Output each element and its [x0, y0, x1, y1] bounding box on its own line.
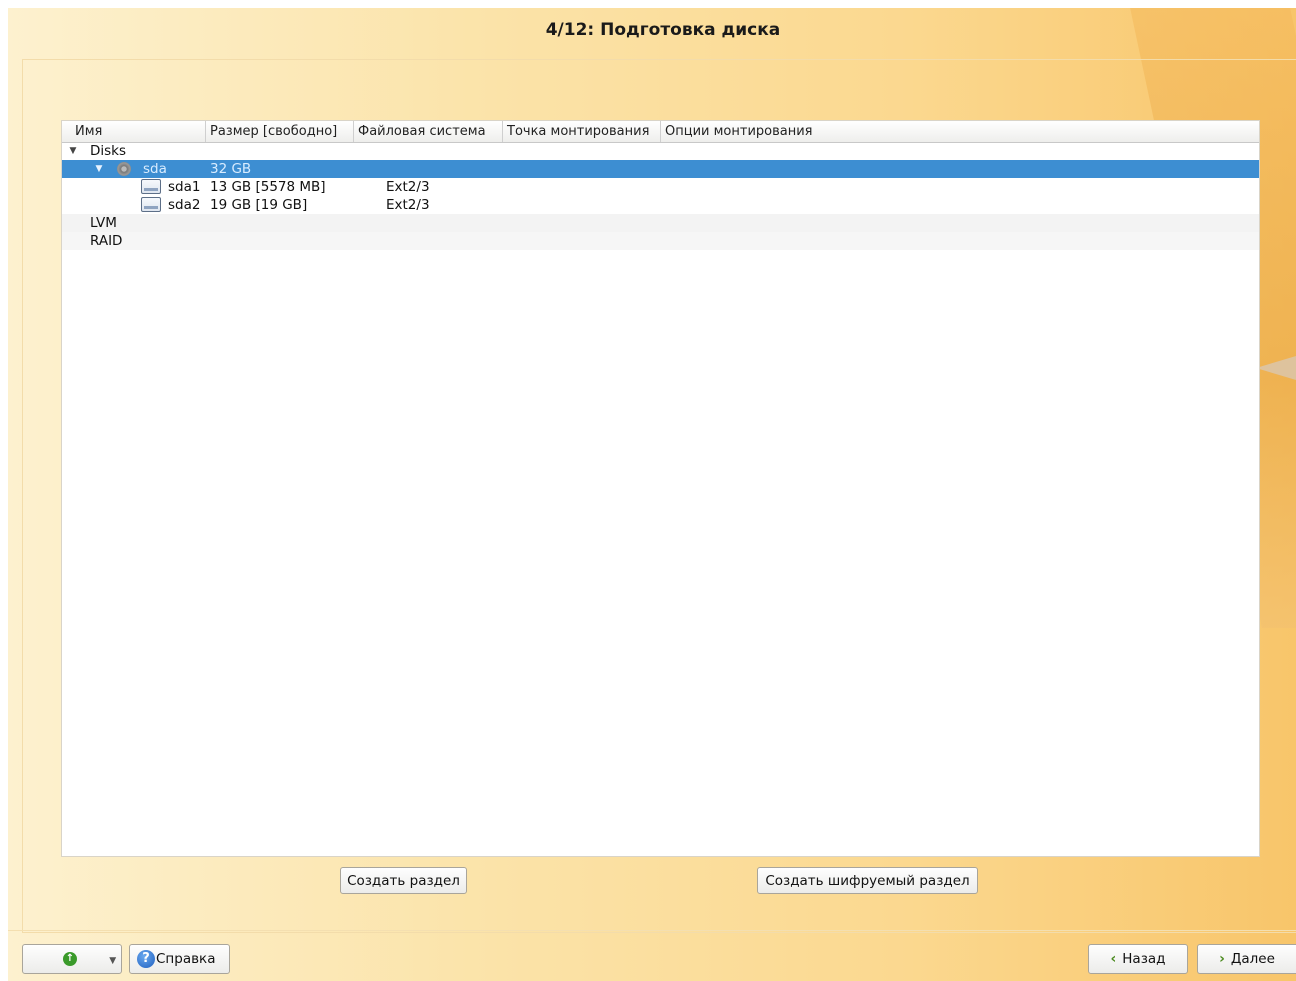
row-size: 32 GB [210, 161, 252, 177]
row-name: sda [143, 161, 167, 177]
row-size: 19 GB [19 GB] [210, 197, 308, 213]
bootloader-menu-button[interactable]: ↑ ▼ [22, 944, 122, 974]
column-header-filesystem[interactable]: Файловая система [354, 121, 503, 142]
green-circle-arrow-icon: ↑ [63, 952, 77, 966]
next-button[interactable]: › Далее [1197, 944, 1296, 974]
dropdown-arrow-icon[interactable]: ▼ [109, 956, 116, 966]
help-label: Справка [156, 951, 216, 967]
column-header-size[interactable]: Размер [свободно] [206, 121, 354, 142]
column-header-mount-options[interactable]: Опции монтирования [661, 121, 1259, 142]
page-title: 4/12: Подготовка диска [545, 20, 781, 40]
tree-row-sda[interactable]: ▼ sda 32 GB [62, 160, 1259, 178]
column-header-mount-point[interactable]: Точка монтирования [503, 121, 661, 142]
next-label: Далее [1230, 951, 1275, 967]
column-header-name[interactable]: Имя [62, 121, 206, 142]
row-name: sda1 [168, 179, 201, 195]
tree-row-lvm[interactable]: LVM [62, 214, 1259, 232]
back-label: Назад [1122, 951, 1166, 967]
help-icon: ? [137, 950, 155, 968]
tree-row-sda2[interactable]: sda2 19 GB [19 GB] Ext2/3 [62, 196, 1259, 214]
expand-triangle-icon[interactable]: ▼ [67, 142, 79, 160]
back-button[interactable]: ‹ Назад [1088, 944, 1188, 974]
chevron-left-icon: ‹ [1110, 951, 1117, 967]
tree-row-disks[interactable]: ▼ Disks [62, 142, 1259, 160]
footer-separator [8, 930, 1296, 931]
hard-disk-icon [117, 162, 131, 176]
help-button[interactable]: ? Справка [129, 944, 230, 974]
partition-icon [141, 197, 161, 212]
partition-tree-table[interactable]: Имя Размер [свободно] Файловая система Т… [61, 120, 1260, 857]
table-header: Имя Размер [свободно] Файловая система Т… [62, 121, 1259, 143]
create-encrypted-partition-button[interactable]: Создать шифруемый раздел [757, 867, 978, 894]
chevron-right-icon: › [1219, 951, 1225, 967]
tree-row-raid[interactable]: RAID [62, 232, 1259, 250]
row-filesystem: Ext2/3 [386, 197, 430, 213]
expand-triangle-icon[interactable]: ▼ [93, 160, 105, 178]
row-name: RAID [90, 233, 123, 249]
row-name: LVM [90, 215, 117, 231]
tree-row-sda1[interactable]: sda1 13 GB [5578 MB] Ext2/3 [62, 178, 1259, 196]
row-size: 13 GB [5578 MB] [210, 179, 326, 195]
partition-icon [141, 179, 161, 194]
row-filesystem: Ext2/3 [386, 179, 430, 195]
row-name: sda2 [168, 197, 201, 213]
create-partition-button[interactable]: Создать раздел [340, 867, 467, 894]
row-name: Disks [90, 143, 127, 159]
